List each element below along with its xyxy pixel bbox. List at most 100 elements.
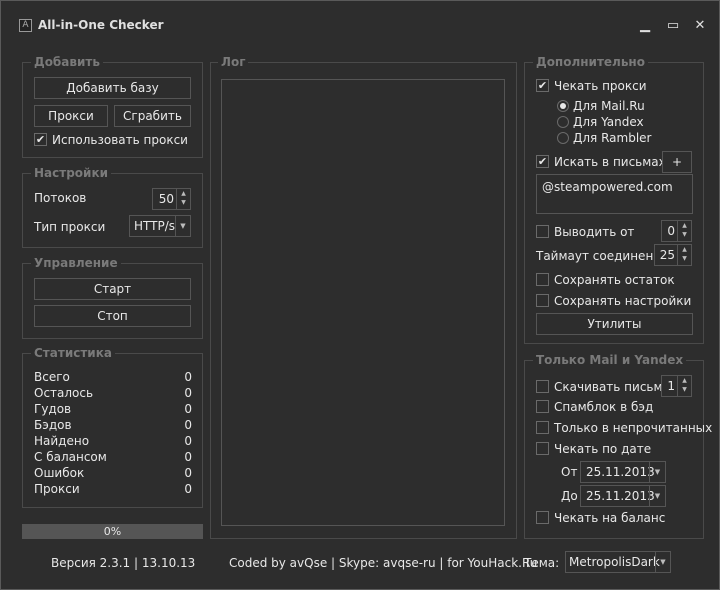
stat-label: Осталось <box>34 386 94 400</box>
spin-down-icon[interactable]: ▼ <box>678 385 691 394</box>
radio-yandex-label: Для Yandex <box>573 115 644 129</box>
download-count-spinner[interactable]: 1 ▲ ▼ <box>661 375 692 397</box>
check-balance-checkbox[interactable] <box>536 511 549 524</box>
utilities-button[interactable]: Утилиты <box>536 313 693 335</box>
proxy-button[interactable]: Прокси <box>34 105 108 127</box>
stat-label: Гудов <box>34 402 72 416</box>
check-proxy-label: Чекать прокси <box>554 79 647 93</box>
download-letters-label: Скачивать письма <box>554 380 670 394</box>
spin-up-icon[interactable]: ▲ <box>678 221 691 230</box>
chevron-down-icon: ▼ <box>175 216 190 236</box>
minimize-icon[interactable]: ▁ <box>637 18 653 34</box>
window-title: All-in-One Checker <box>38 18 164 32</box>
stat-label: Ошибок <box>34 466 85 480</box>
check-proxy-checkbox[interactable]: ✔ <box>536 79 549 92</box>
radio-mailru-label: Для Mail.Ru <box>573 99 645 113</box>
from-date-value: 25.11.2013 <box>586 465 655 479</box>
stop-button[interactable]: Стоп <box>34 305 191 327</box>
timeout-label: Таймаут соединения <box>536 249 669 263</box>
radio-yandex[interactable] <box>557 116 569 128</box>
to-date-value: 25.11.2013 <box>586 489 655 503</box>
save-settings-checkbox[interactable] <box>536 294 549 307</box>
progress-bar: 0% <box>22 524 203 539</box>
stat-value: 0 <box>184 370 192 384</box>
spin-down-icon[interactable]: ▼ <box>678 254 691 263</box>
timeout-spinner[interactable]: 25 ▲ ▼ <box>654 244 692 266</box>
download-count-value: 1 <box>667 379 675 393</box>
group-add-label: Добавить <box>31 55 103 69</box>
progress-text: 0% <box>103 525 122 538</box>
use-proxy-checkbox[interactable]: ✔ <box>34 133 47 146</box>
chevron-down-icon: ▼ <box>649 486 665 506</box>
search-text-field[interactable]: @steampowered.com <box>536 174 693 214</box>
close-icon[interactable]: ✕ <box>692 18 708 34</box>
stat-label: Найдено <box>34 434 90 448</box>
group-stats-label: Статистика <box>31 346 115 360</box>
start-button[interactable]: Старт <box>34 278 191 300</box>
stat-label: С балансом <box>34 450 107 464</box>
search-letters-checkbox[interactable]: ✔ <box>536 155 549 168</box>
add-search-button[interactable]: + <box>662 151 692 173</box>
theme-select[interactable]: MetropolisDark ▼ <box>565 551 671 573</box>
output-from-value: 0 <box>667 224 675 238</box>
group-mail-yandex-label: Только Mail и Yandex <box>533 353 687 367</box>
output-from-label: Выводить от <box>554 225 635 239</box>
unread-only-checkbox[interactable] <box>536 421 549 434</box>
grab-button[interactable]: Сграбить <box>114 105 191 127</box>
app-icon: A <box>19 19 32 32</box>
app-window: A All-in-One Checker ▁ ▭ ✕ Добавить Доба… <box>0 0 720 590</box>
stat-value: 0 <box>184 450 192 464</box>
check-balance-label: Чекать на баланс <box>554 511 666 525</box>
stat-value: 0 <box>184 434 192 448</box>
add-base-button[interactable]: Добавить базу <box>34 77 191 99</box>
radio-rambler-label: Для Rambler <box>573 131 652 145</box>
log-textbox[interactable] <box>221 79 505 526</box>
chevron-down-icon: ▼ <box>649 462 665 482</box>
output-from-spinner[interactable]: 0 ▲ ▼ <box>661 220 692 242</box>
by-date-label: Чекать по дате <box>554 442 652 456</box>
threads-label: Потоков <box>34 191 87 205</box>
maximize-icon[interactable]: ▭ <box>665 18 681 34</box>
group-settings-label: Настройки <box>31 166 112 180</box>
from-date-label: От <box>561 465 578 479</box>
theme-label: Тема: <box>524 556 560 570</box>
by-date-checkbox[interactable] <box>536 442 549 455</box>
spin-up-icon[interactable]: ▲ <box>678 245 691 254</box>
group-control-label: Управление <box>31 256 121 270</box>
timeout-value: 25 <box>659 248 675 262</box>
download-letters-checkbox[interactable] <box>536 380 549 393</box>
save-rest-checkbox[interactable] <box>536 273 549 286</box>
to-date-picker[interactable]: 25.11.2013 ▼ <box>580 485 666 507</box>
spamblock-label: Спамблок в бэд <box>554 400 654 414</box>
radio-mailru[interactable] <box>557 100 569 112</box>
proxy-type-select[interactable]: HTTP/s ▼ <box>129 215 191 237</box>
group-log-label: Лог <box>218 55 249 69</box>
proxy-type-value: HTTP/s <box>134 219 176 233</box>
stat-value: 0 <box>184 418 192 432</box>
theme-value: MetropolisDark <box>569 555 660 569</box>
version-text: Версия 2.3.1 | 13.10.13 <box>51 556 196 570</box>
stat-label: Всего <box>34 370 70 384</box>
spin-down-icon[interactable]: ▼ <box>177 198 190 207</box>
spamblock-checkbox[interactable] <box>536 400 549 413</box>
stat-value: 0 <box>184 402 192 416</box>
spin-down-icon[interactable]: ▼ <box>678 230 691 239</box>
search-letters-label: Искать в письмах <box>554 155 666 169</box>
radio-rambler[interactable] <box>557 132 569 144</box>
stat-label: Бэдов <box>34 418 72 432</box>
threads-spinner[interactable]: 50 ▲ ▼ <box>152 188 191 210</box>
stat-value: 0 <box>184 386 192 400</box>
save-rest-label: Сохранять остаток <box>554 273 675 287</box>
from-date-picker[interactable]: 25.11.2013 ▼ <box>580 461 666 483</box>
proxy-type-label: Тип прокси <box>34 220 106 234</box>
output-from-checkbox[interactable] <box>536 225 549 238</box>
credits-text: Coded by avQse | Skype: avqse-ru | for Y… <box>229 556 538 570</box>
spin-up-icon[interactable]: ▲ <box>177 189 190 198</box>
use-proxy-label: Использовать прокси <box>52 133 188 147</box>
spin-up-icon[interactable]: ▲ <box>678 376 691 385</box>
to-date-label: До <box>561 489 578 503</box>
search-text-value: @steampowered.com <box>542 180 673 194</box>
chevron-down-icon: ▼ <box>655 552 670 572</box>
threads-value: 50 <box>158 192 174 206</box>
group-extra-label: Дополнительно <box>533 55 648 69</box>
